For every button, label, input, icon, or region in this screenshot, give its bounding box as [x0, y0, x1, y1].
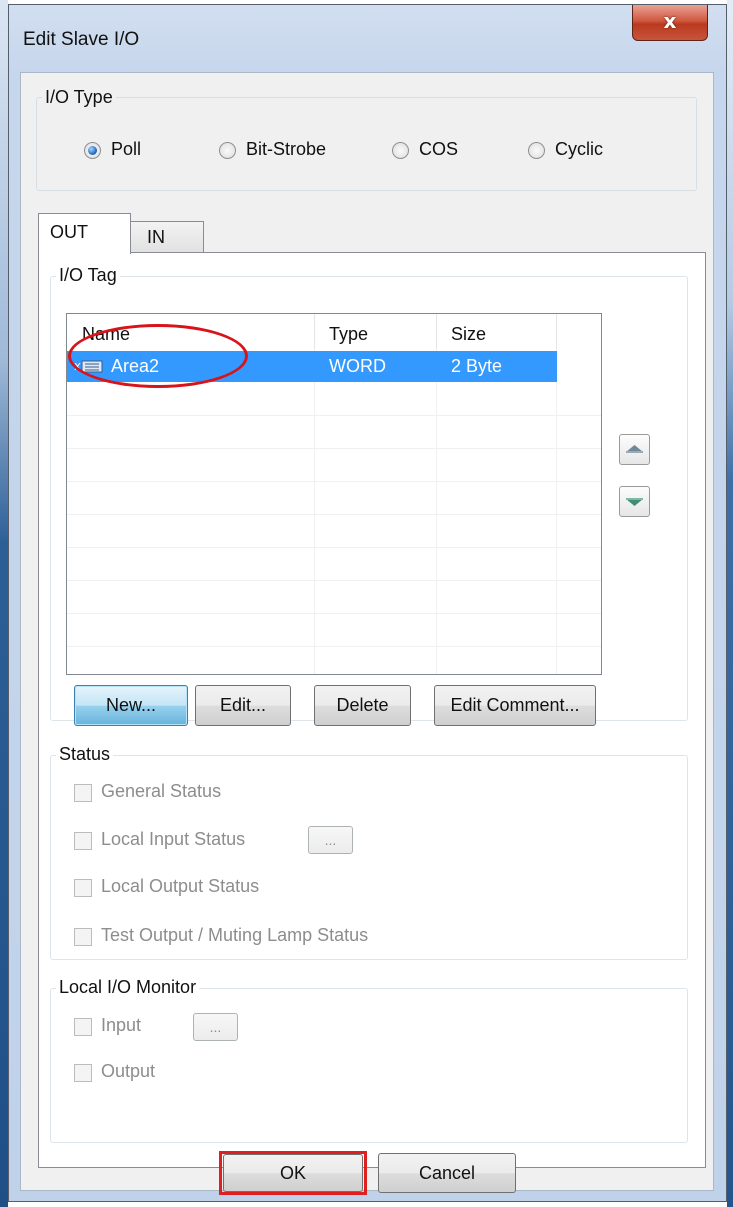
grid-line	[67, 613, 601, 614]
io-tag-legend: I/O Tag	[56, 265, 120, 286]
radio-cos-label[interactable]: COS	[419, 139, 458, 160]
tab-in[interactable]: IN	[130, 221, 204, 253]
cell-size: 2 Byte	[451, 356, 503, 376]
move-up-icon	[626, 445, 643, 453]
column-header-size[interactable]: Size	[437, 314, 557, 349]
ok-button[interactable]: OK	[223, 1154, 363, 1192]
background-window-edge-left	[0, 0, 8, 1207]
input-monitor-label: Input	[101, 1015, 142, 1035]
tab-out-label: OUT	[50, 222, 88, 242]
dialog-body: I/O Type Poll Bit-Strobe COS Cyclic OUT …	[20, 72, 714, 1191]
radio-bit-strobe-label[interactable]: Bit-Strobe	[246, 139, 326, 160]
radio-cyclic[interactable]	[528, 142, 545, 159]
local-input-status-label: Local Input Status	[101, 829, 246, 849]
column-header-type[interactable]: Type	[315, 314, 437, 349]
cancel-button[interactable]: Cancel	[378, 1153, 516, 1193]
move-down-icon	[626, 498, 643, 506]
grid-line	[556, 349, 557, 674]
background-window-edge-right	[727, 0, 733, 1207]
local-input-status-checkbox[interactable]	[74, 832, 92, 850]
general-status-checkbox[interactable]	[74, 784, 92, 802]
column-size-label: Size	[451, 324, 487, 344]
grid-line	[67, 646, 601, 647]
tab-out[interactable]: OUT	[38, 213, 131, 254]
status-legend: Status	[56, 744, 114, 765]
radio-poll[interactable]	[84, 142, 101, 159]
grid-line	[67, 514, 601, 515]
dialog-title: Edit Slave I/O	[23, 29, 140, 50]
radio-poll-label[interactable]: Poll	[111, 139, 141, 160]
local-output-status-label: Local Output Status	[101, 876, 260, 896]
radio-bit-strobe[interactable]	[219, 142, 236, 159]
test-output-muting-lamp-status-label: Test Output / Muting Lamp Status	[101, 925, 369, 945]
radio-cyclic-label[interactable]: Cyclic	[555, 139, 603, 160]
grid-line	[436, 349, 437, 674]
tab-in-label: IN	[147, 227, 165, 247]
close-icon: x	[663, 9, 677, 33]
grid-line	[314, 349, 315, 674]
output-monitor-label: Output	[101, 1061, 156, 1081]
edit-button[interactable]: Edit...	[195, 685, 291, 726]
edit-slave-io-dialog: Edit Slave I/O x I/O Type Poll Bit-Strob…	[8, 4, 727, 1202]
grid-line	[67, 448, 601, 449]
new-button[interactable]: New...	[74, 685, 188, 726]
local-input-status-browse-button[interactable]: ...	[308, 826, 353, 854]
title-bar[interactable]: Edit Slave I/O x	[9, 5, 726, 71]
delete-button[interactable]: Delete	[314, 685, 411, 726]
test-output-muting-lamp-status-checkbox[interactable]	[74, 928, 92, 946]
local-io-monitor-legend: Local I/O Monitor	[56, 977, 200, 998]
grid-line	[67, 580, 601, 581]
general-status-label: General Status	[101, 781, 222, 801]
output-monitor-checkbox[interactable]	[74, 1064, 92, 1082]
radio-cos[interactable]	[392, 142, 409, 159]
cell-type: WORD	[329, 356, 386, 376]
edit-comment-button[interactable]: Edit Comment...	[434, 685, 596, 726]
move-down-button[interactable]	[619, 486, 650, 517]
column-type-label: Type	[329, 324, 369, 344]
local-output-status-checkbox[interactable]	[74, 879, 92, 897]
close-button[interactable]: x	[632, 5, 708, 41]
move-up-button[interactable]	[619, 434, 650, 465]
grid-line	[67, 415, 601, 416]
grid-line	[67, 547, 601, 548]
input-monitor-checkbox[interactable]	[74, 1018, 92, 1036]
grid-line	[67, 481, 601, 482]
io-type-legend: I/O Type	[42, 87, 116, 108]
input-monitor-browse-button[interactable]: ...	[193, 1013, 238, 1041]
annotation-circle	[68, 324, 248, 388]
